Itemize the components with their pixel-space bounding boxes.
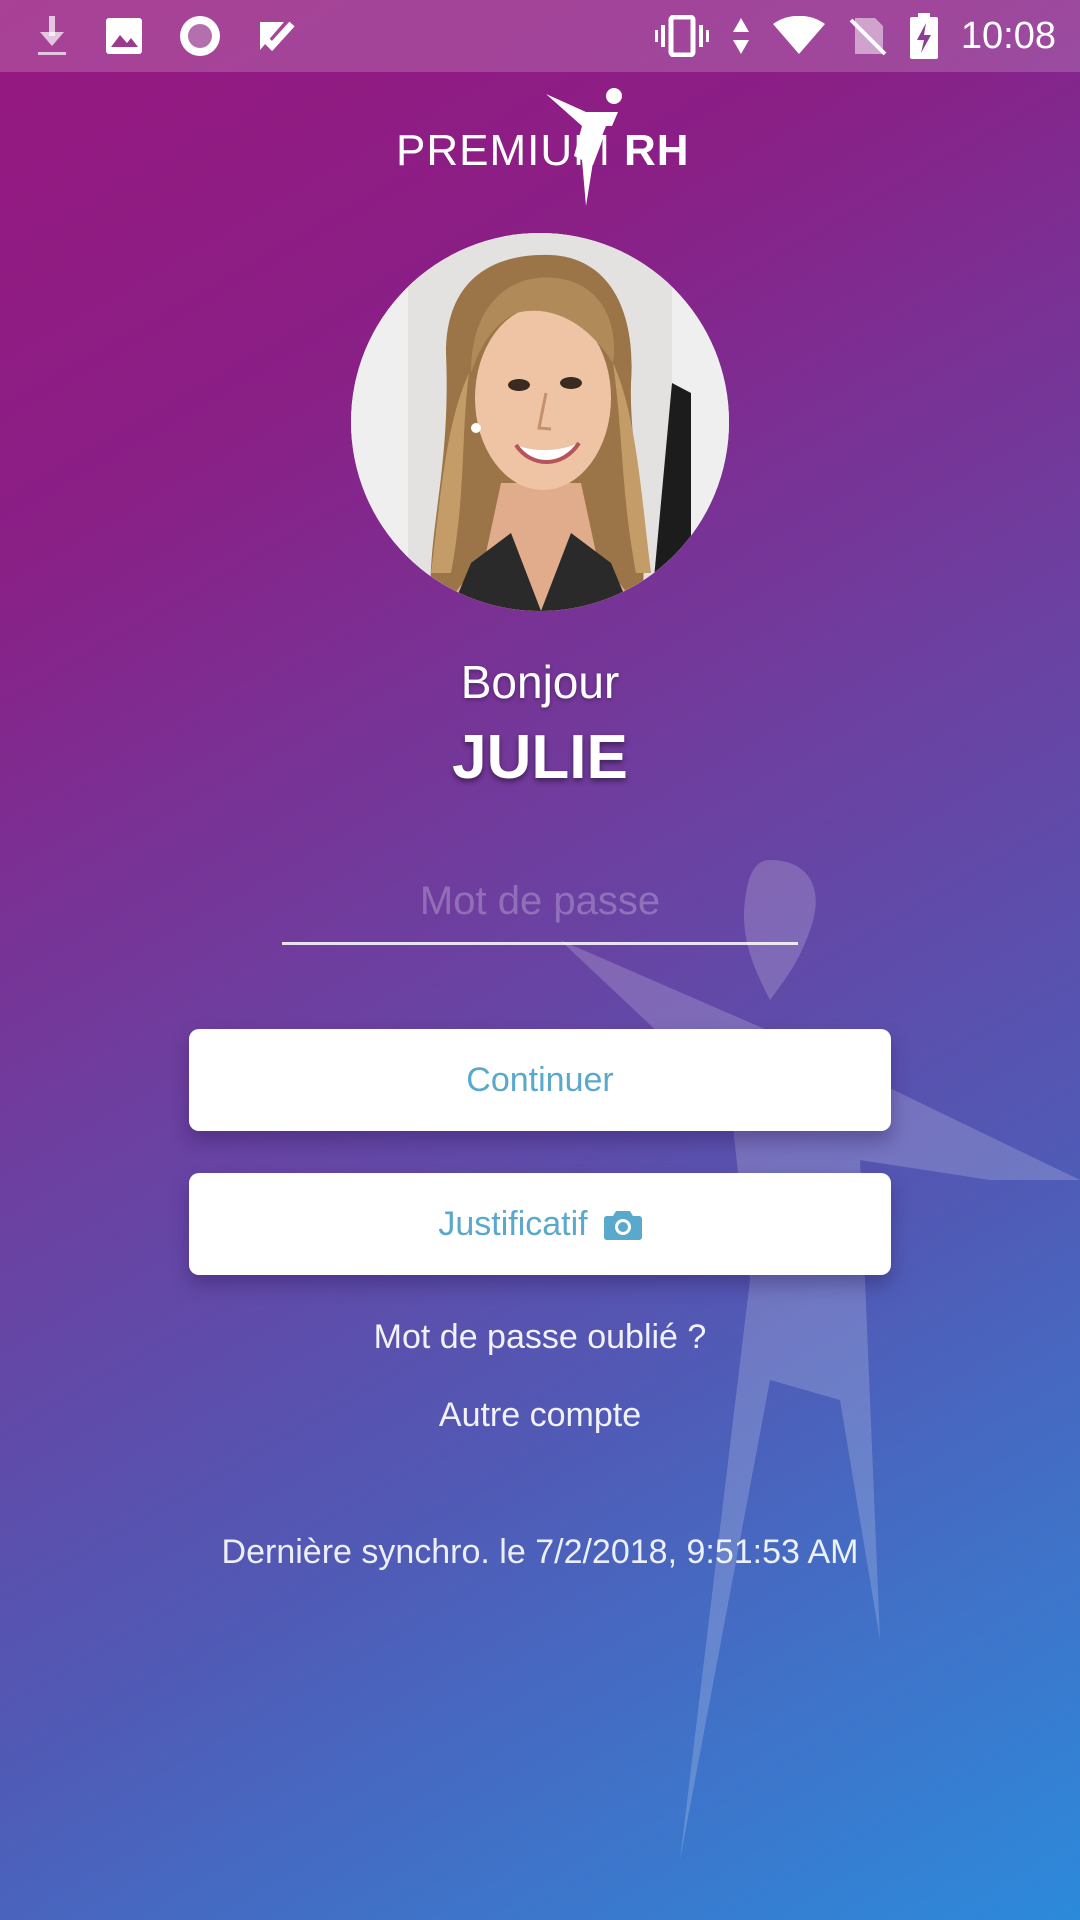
continue-button-label: Continuer xyxy=(466,1060,614,1099)
password-input[interactable] xyxy=(282,860,798,945)
battery-charging-icon xyxy=(909,13,939,59)
greeting-hello: Bonjour xyxy=(460,656,620,708)
check-icon xyxy=(256,16,296,56)
status-bar: 10:08 xyxy=(0,0,1080,72)
status-time: 10:08 xyxy=(960,14,1056,57)
justificatif-button-label: Justificatif xyxy=(438,1204,588,1243)
justificatif-button[interactable]: Justificatif xyxy=(189,1173,891,1275)
continue-button[interactable]: Continuer xyxy=(189,1029,891,1131)
app-logo: PREMIUM RH xyxy=(396,86,689,206)
record-icon xyxy=(178,14,222,58)
status-right-icons: 10:08 xyxy=(654,0,1056,72)
user-name: JULIE xyxy=(452,723,628,792)
forgot-password-link[interactable]: Mot de passe oublié ? xyxy=(0,1318,1080,1357)
last-sync-text: Dernière synchro. le 7/2/2018, 9:51:53 A… xyxy=(221,1533,859,1571)
status-left-icons xyxy=(34,0,296,72)
data-arrows-icon xyxy=(731,16,751,56)
wifi-icon xyxy=(772,16,825,56)
logo-text-rh: RH xyxy=(624,126,690,175)
other-account-link[interactable]: Autre compte xyxy=(0,1396,1080,1435)
download-icon xyxy=(34,14,70,58)
background-figure-icon xyxy=(560,860,1080,1860)
image-icon xyxy=(104,16,144,56)
vibrate-icon xyxy=(654,15,709,57)
login-screen: 10:08 PREMIUM RH Bonjour JULIE Continuer… xyxy=(0,0,1080,1920)
camera-icon xyxy=(603,1211,642,1240)
no-sim-icon xyxy=(847,16,887,56)
user-avatar xyxy=(351,233,729,611)
logo-figure-icon xyxy=(546,88,622,206)
